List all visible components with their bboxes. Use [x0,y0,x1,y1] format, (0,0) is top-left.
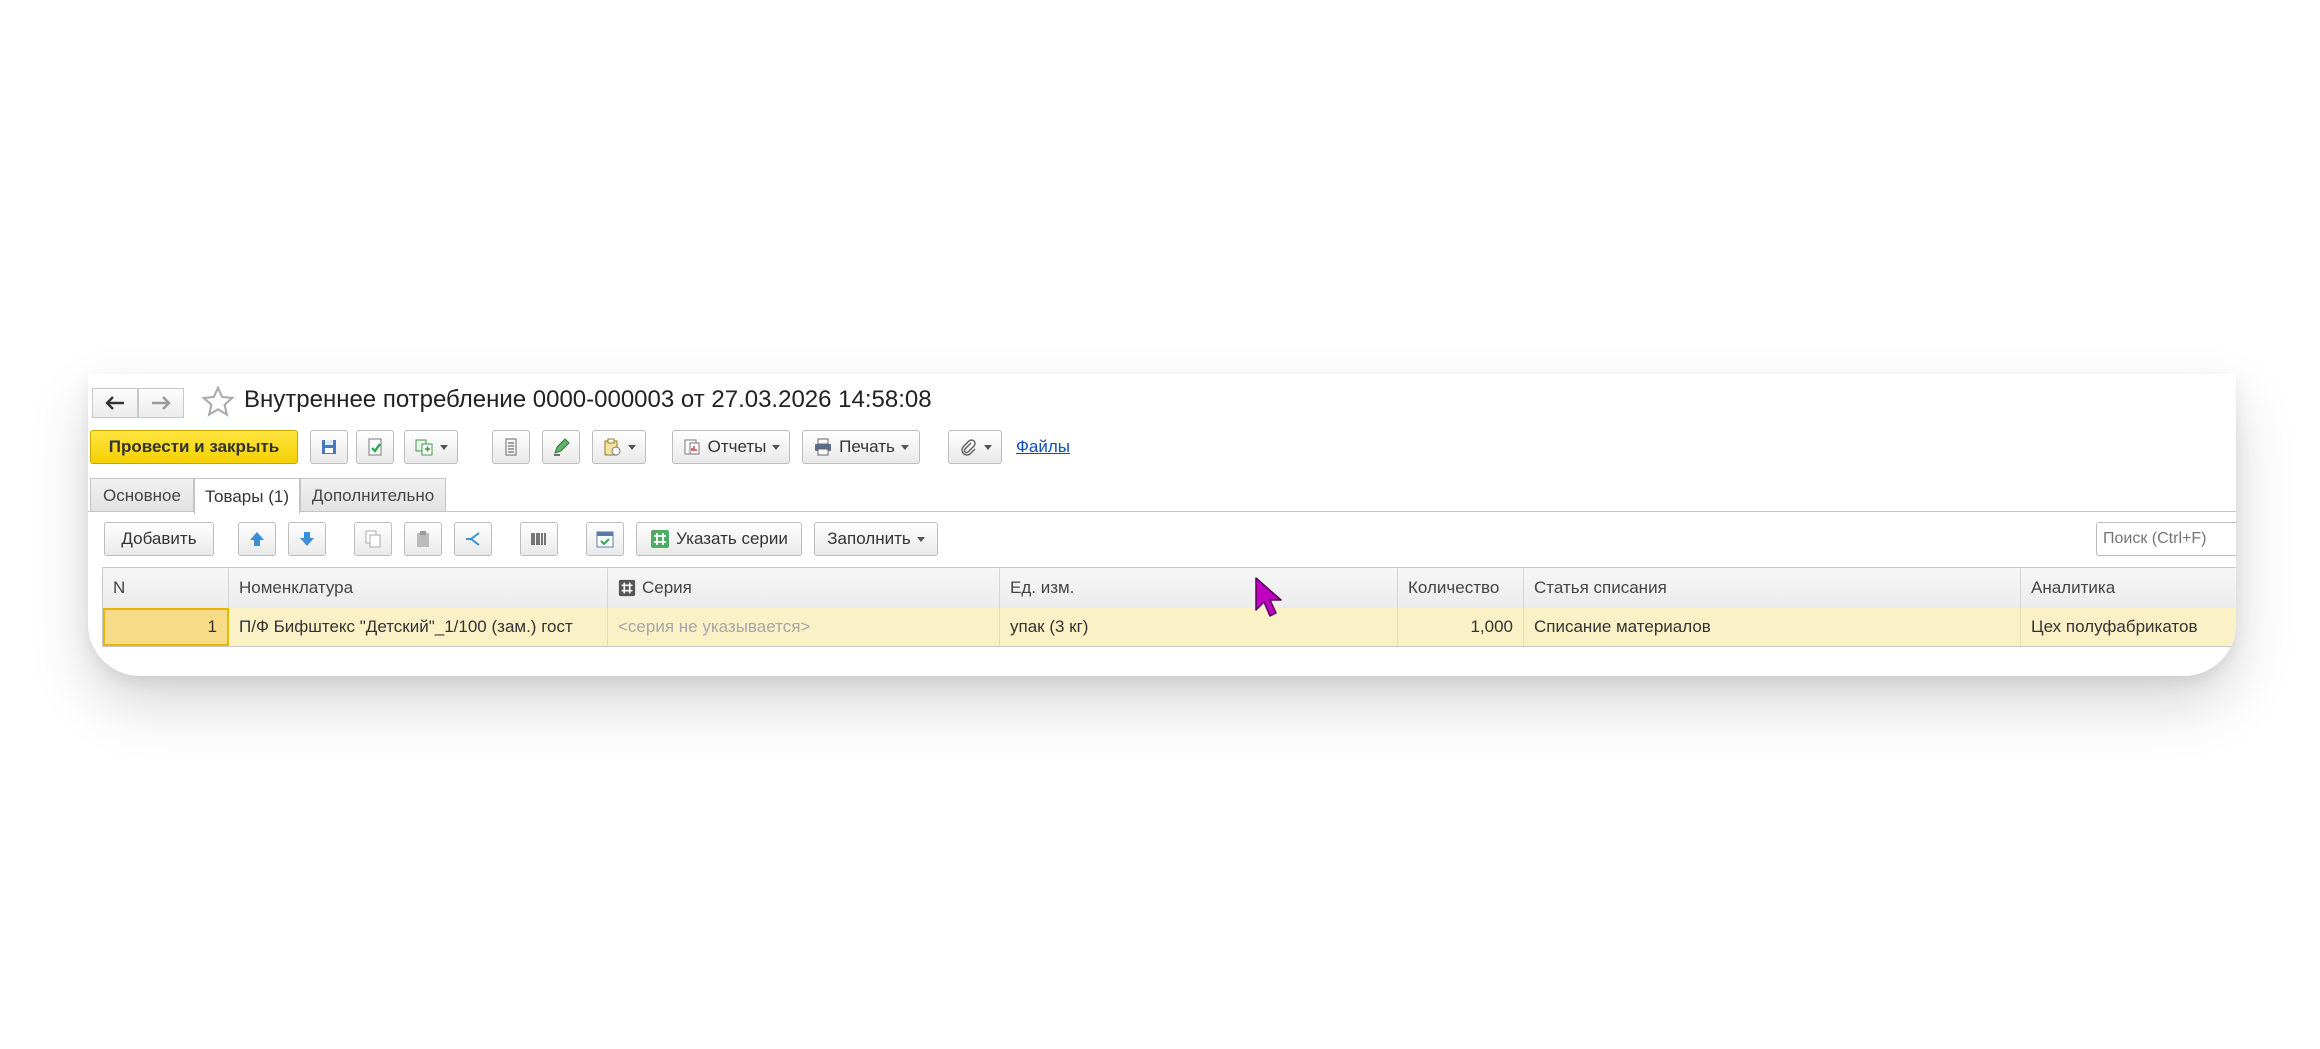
column-header-writeoff-article[interactable]: Статья списания [1524,568,2021,608]
split-icon [466,532,480,546]
barcode-icon [531,533,546,545]
table-row[interactable]: 1 П/Ф Бифштекс "Детский"_1/100 (зам.) го… [103,608,2236,646]
column-header-unit[interactable]: Ед. изм. [1000,568,1398,608]
tab-goods[interactable]: Товары (1) [194,478,300,514]
goods-table[interactable]: N Номенклатура Серия Ед. изм. Количество… [102,567,2236,647]
favorite-star-icon[interactable] [200,384,236,420]
barcode-button[interactable] [520,522,558,556]
hash-icon [651,530,670,548]
selection-calendar-icon [596,531,614,548]
forward-button[interactable] [138,388,184,418]
create-based-on-icon [415,439,433,456]
post-document-icon [368,438,382,456]
document-list-icon [505,438,517,456]
reports-label: Отчеты [707,437,767,456]
fill-button[interactable]: Заполнить [814,522,938,556]
report-icon [684,439,700,455]
column-header-analytics[interactable]: Аналитика [2021,568,2236,608]
specify-series-label: Указать серии [676,529,788,548]
clipboard-icon [604,438,621,456]
pencil-icon [554,438,570,456]
arrow-down-icon [300,532,314,546]
caret-down-icon [628,444,636,450]
cell-quantity[interactable]: 1,000 [1398,608,1524,646]
caret-down-icon [916,536,925,542]
printer-icon [815,438,832,456]
cell-item[interactable]: П/Ф Бифштекс "Детский"_1/100 (зам.) гост [229,608,608,646]
document-form: Внутреннее потребление 0000-000003 от 27… [88,374,2236,676]
column-header-item[interactable]: Номенклатура [229,568,608,608]
copy-icon [365,530,381,548]
save-button[interactable] [310,430,348,464]
cell-series[interactable]: <серия не указывается> [608,608,1000,646]
search-input[interactable] [2096,522,2236,556]
fill-label: Заполнить [827,529,911,548]
attachments-button[interactable] [948,430,1002,464]
column-header-n[interactable]: N [103,568,229,608]
edit-button[interactable] [542,430,580,464]
tab-additional[interactable]: Дополнительно [300,478,446,512]
cell-writeoff-article[interactable]: Списание материалов [1524,608,2021,646]
tabs-divider [88,511,2236,512]
caret-down-icon [984,444,992,450]
move-up-button[interactable] [238,522,276,556]
caret-down-icon [772,444,781,450]
table-header: N Номенклатура Серия Ед. изм. Количество… [103,568,2236,609]
document-title: Внутреннее потребление 0000-000003 от 27… [244,386,932,413]
tab-main[interactable]: Основное [90,478,194,512]
arrow-up-icon [250,532,264,546]
back-button[interactable] [92,388,138,418]
pick-button[interactable] [586,522,624,556]
cell-n[interactable]: 1 [103,608,229,646]
specify-series-button[interactable]: Указать серии [636,522,802,556]
mouse-cursor-icon [1255,577,1282,617]
copy-row-button[interactable] [354,522,392,556]
structure-button[interactable] [492,430,530,464]
post-and-close-button[interactable]: Провести и закрыть [90,430,298,464]
print-button[interactable]: Печать [802,430,920,464]
reports-button[interactable]: Отчеты [672,430,790,464]
arrow-left-icon [105,396,124,410]
create-based-on-button[interactable] [404,430,458,464]
caret-down-icon [900,444,909,450]
column-header-quantity[interactable]: Количество [1398,568,1524,608]
add-button[interactable]: Добавить [104,522,214,556]
cell-unit[interactable]: упак (3 кг) [1000,608,1398,646]
split-row-button[interactable] [454,522,492,556]
hash-icon [618,579,636,597]
post-button[interactable] [356,430,394,464]
related-documents-button[interactable] [592,430,646,464]
column-header-series[interactable]: Серия [608,568,1000,608]
arrow-right-icon [152,396,171,410]
caret-down-icon [440,444,448,450]
print-label: Печать [839,437,895,456]
column-header-series-label: Серия [642,578,692,597]
paste-icon [417,531,429,547]
floppy-disk-icon [322,440,336,454]
paste-button[interactable] [404,522,442,556]
cell-analytics[interactable]: Цех полуфабрикатов [2021,608,2236,646]
files-link[interactable]: Файлы [1016,437,1070,457]
paperclip-icon [961,439,976,456]
move-down-button[interactable] [288,522,326,556]
